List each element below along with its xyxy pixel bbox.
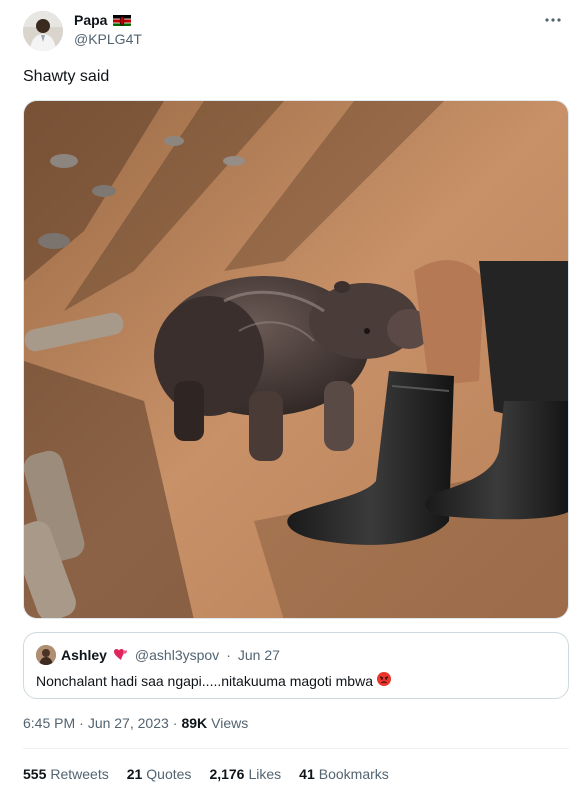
tweet-card: Papa @KPLG4T Shawty said Ashley @ashl3ys… xyxy=(0,0,588,800)
author-handle[interactable]: @KPLG4T xyxy=(74,31,142,47)
divider xyxy=(23,748,569,749)
retweets-stat[interactable]: 555 Retweets xyxy=(23,766,109,782)
meta-separator: · xyxy=(79,715,84,731)
angry-face-emoji-icon xyxy=(376,671,392,690)
likes-stat[interactable]: 2,176 Likes xyxy=(209,766,281,782)
quoted-tweet[interactable]: Ashley @ashl3yspov · Jun 27 Nonchalant h… xyxy=(23,632,569,699)
quotes-count: 21 xyxy=(126,766,143,782)
tweet-stats: 555 Retweets 21 Quotes 2,176 Likes 41 Bo… xyxy=(23,766,389,782)
views-count[interactable]: 89K xyxy=(181,715,207,731)
likes-label: Likes xyxy=(248,766,282,782)
quote-date[interactable]: Jun 27 xyxy=(238,647,280,663)
quotes-stat[interactable]: 21 Quotes xyxy=(127,766,192,782)
author-name-row: Papa xyxy=(74,12,132,28)
quotes-label: Quotes xyxy=(146,766,192,782)
bookmarks-stat[interactable]: 41 Bookmarks xyxy=(299,766,389,782)
author-avatar[interactable] xyxy=(23,11,63,51)
quote-text-row: Nonchalant hadi saa ngapi.....nitakuuma … xyxy=(36,671,392,690)
meta-separator: · xyxy=(172,715,178,731)
quote-avatar[interactable] xyxy=(36,645,56,665)
quote-author-name[interactable]: Ashley xyxy=(61,647,107,663)
quote-author-handle[interactable]: @ashl3yspov xyxy=(135,647,219,663)
tweet-text: Shawty said xyxy=(23,68,110,85)
kenya-flag-icon xyxy=(113,14,132,26)
tweet-photo[interactable] xyxy=(23,100,569,619)
more-options-icon[interactable] xyxy=(540,10,566,30)
two-hearts-emoji-icon xyxy=(112,647,128,664)
bookmarks-count: 41 xyxy=(299,766,315,782)
quote-header: Ashley @ashl3yspov · Jun 27 xyxy=(36,645,280,665)
quote-text: Nonchalant hadi saa ngapi.....nitakuuma … xyxy=(36,672,373,689)
retweets-label: Retweets xyxy=(50,766,109,782)
author-name[interactable]: Papa xyxy=(74,12,107,28)
views-label: Views xyxy=(211,715,249,731)
photo-baby-hippo-and-boots xyxy=(24,101,568,618)
tweet-date[interactable]: Jun 27, 2023 xyxy=(88,715,169,731)
avatar-image xyxy=(23,11,63,51)
tweet-meta: 6:45 PM · Jun 27, 2023 · 89K Views xyxy=(23,715,248,731)
likes-count: 2,176 xyxy=(209,766,245,782)
quote-separator: · xyxy=(226,647,231,663)
retweets-count: 555 xyxy=(23,766,47,782)
tweet-time[interactable]: 6:45 PM xyxy=(23,715,75,731)
bookmarks-label: Bookmarks xyxy=(318,766,389,782)
